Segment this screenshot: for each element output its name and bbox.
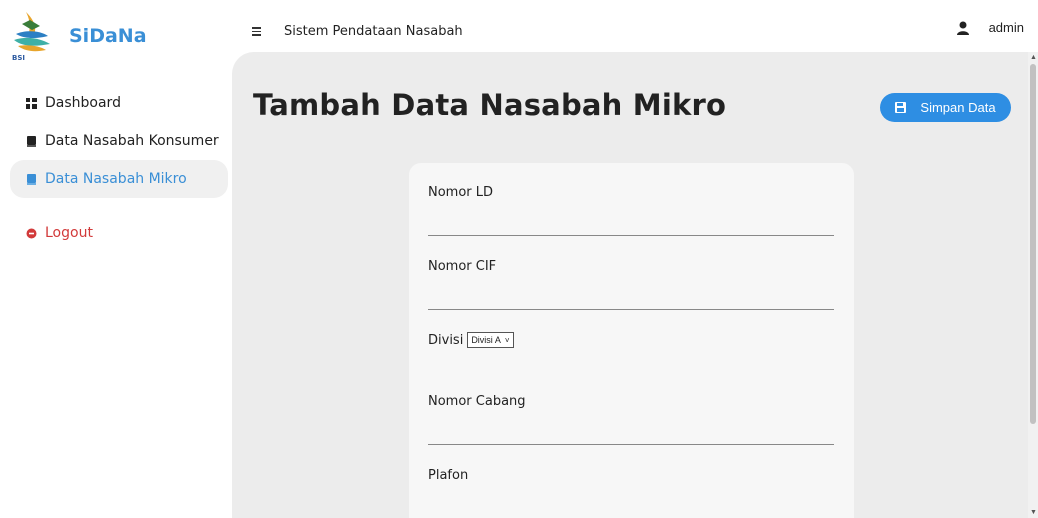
field-nomor-cabang: Nomor Cabang <box>428 394 834 445</box>
field-nomor-cif: Nomor CIF <box>428 259 834 310</box>
vertical-scrollbar[interactable]: ▲ ▼ <box>1028 52 1038 518</box>
save-button[interactable]: Simpan Data <box>880 93 1011 122</box>
sidebar: BSI SiDaNa Dashboard Data Nasabah Konsum… <box>0 0 232 518</box>
save-button-label: Simpan Data <box>920 100 996 115</box>
scroll-down-arrow-icon[interactable]: ▼ <box>1030 509 1037 516</box>
book-icon <box>27 135 36 147</box>
app-name: SiDaNa <box>69 25 147 47</box>
sidebar-item-dashboard[interactable]: Dashboard <box>0 84 232 122</box>
form-card: Nomor LD Nomor CIF Divisi Divisi A ˅ Nom… <box>409 163 854 518</box>
sidebar-item-data-nasabah-konsumer[interactable]: Data Nasabah Konsumer <box>0 122 232 160</box>
grid-icon <box>26 97 37 109</box>
chevron-down-icon: ˅ <box>504 335 510 345</box>
field-label: Nomor CIF <box>428 259 497 274</box>
field-label: Plafon <box>428 468 469 483</box>
bsi-logo-icon: BSI <box>12 12 50 62</box>
field-label: Divisi <box>428 332 464 348</box>
sidebar-item-label: Data Nasabah Konsumer <box>45 133 219 149</box>
sidebar-item-data-nasabah-mikro[interactable]: Data Nasabah Mikro <box>10 160 228 198</box>
user-menu[interactable]: admin <box>956 20 1024 35</box>
field-nomor-ld: Nomor LD <box>428 185 834 236</box>
svg-text:BSI: BSI <box>12 54 25 62</box>
user-name: admin <box>988 20 1024 35</box>
divisi-select[interactable]: Divisi A ˅ <box>467 332 514 348</box>
brand[interactable]: BSI SiDaNa <box>10 10 147 62</box>
input-underline <box>428 309 834 310</box>
field-plafon: Plafon <box>428 468 834 518</box>
main-content: Tambah Data Nasabah Mikro Simpan Data No… <box>232 52 1028 518</box>
nomor-cif-input[interactable] <box>428 285 834 309</box>
scroll-thumb[interactable] <box>1030 64 1036 424</box>
app-window: BSI SiDaNa Dashboard Data Nasabah Konsum… <box>0 0 1038 518</box>
scroll-up-arrow-icon[interactable]: ▲ <box>1030 54 1037 61</box>
sidebar-item-logout[interactable]: Logout <box>0 214 232 252</box>
page-title: Tambah Data Nasabah Mikro <box>253 88 727 122</box>
input-underline <box>428 444 834 445</box>
sidebar-nav: Dashboard Data Nasabah Konsumer Data Nas… <box>0 84 232 252</box>
field-label: Nomor LD <box>428 185 494 200</box>
book-icon <box>27 173 36 185</box>
save-icon <box>895 102 907 113</box>
plafon-input[interactable] <box>428 494 834 518</box>
hamburger-icon[interactable] <box>252 26 264 36</box>
input-underline <box>428 235 834 236</box>
nomor-ld-input[interactable] <box>428 211 834 235</box>
user-icon <box>956 21 969 35</box>
nomor-cabang-input[interactable] <box>428 420 834 444</box>
select-value: Divisi A <box>471 335 501 345</box>
sidebar-item-label: Logout <box>45 225 93 241</box>
app-title: Sistem Pendataan Nasabah <box>284 23 463 39</box>
topbar: Sistem Pendataan Nasabah admin <box>232 10 1038 52</box>
field-label: Nomor Cabang <box>428 394 526 409</box>
sidebar-item-label: Data Nasabah Mikro <box>45 171 187 187</box>
field-divisi: Divisi Divisi A ˅ <box>428 332 834 348</box>
sidebar-item-label: Dashboard <box>45 95 121 111</box>
logout-icon <box>26 228 37 238</box>
